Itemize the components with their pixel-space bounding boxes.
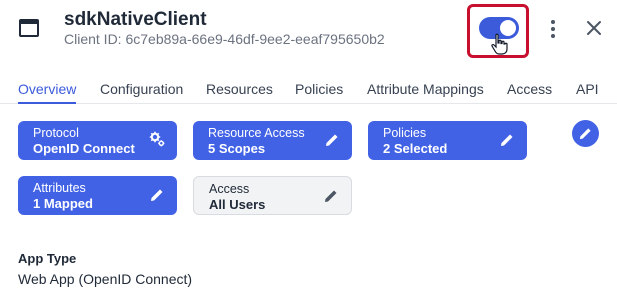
access-chip[interactable]: Access All Users — [193, 176, 352, 215]
resource-access-chip[interactable]: Resource Access 5 Scopes — [193, 121, 352, 160]
tab-access[interactable]: Access — [507, 81, 552, 97]
policies-label: Policies — [383, 126, 427, 140]
access-label: Access — [209, 182, 250, 196]
pencil-icon — [326, 134, 338, 146]
active-tab-indicator — [18, 102, 76, 104]
protocol-value: OpenID Connect — [33, 141, 135, 156]
protocol-label: Protocol — [33, 126, 79, 140]
close-icon[interactable] — [584, 18, 604, 38]
tab-bar: Overview Configuration Resources Policie… — [0, 62, 617, 104]
pencil-icon — [501, 134, 513, 146]
attributes-value: 1 Mapped — [33, 196, 93, 211]
policies-chip[interactable]: Policies 2 Selected — [368, 121, 527, 160]
more-vertical-icon[interactable] — [546, 18, 560, 40]
tab-policies[interactable]: Policies — [295, 81, 343, 97]
tab-configuration[interactable]: Configuration — [100, 81, 183, 97]
attributes-label: Attributes — [33, 181, 86, 195]
tab-overview[interactable]: Overview — [18, 81, 76, 97]
pencil-icon — [579, 128, 591, 140]
protocol-chip[interactable]: Protocol OpenID Connect — [18, 121, 177, 160]
policies-value: 2 Selected — [383, 141, 448, 156]
app-title: sdkNativeClient — [64, 9, 207, 30]
pencil-icon — [151, 189, 163, 201]
pencil-icon — [325, 190, 337, 202]
tab-attribute-mappings[interactable]: Attribute Mappings — [367, 81, 484, 97]
resource-access-label: Resource Access — [208, 126, 305, 140]
app-type-label: App Type — [18, 251, 77, 266]
app-window-icon — [19, 19, 39, 37]
app-type-value: Web App (OpenID Connect) — [18, 271, 193, 287]
enable-toggle-highlight — [467, 4, 529, 58]
resource-access-value: 5 Scopes — [208, 141, 266, 156]
app-header: sdkNativeClient Client ID: 6c7eb89a-66e9… — [0, 0, 617, 62]
hand-cursor-icon — [491, 33, 508, 55]
tab-resources[interactable]: Resources — [206, 81, 273, 97]
client-id: Client ID: 6c7eb89a-66e9-46df-9ee2-eeaf7… — [64, 31, 385, 47]
access-value: All Users — [209, 197, 266, 212]
gear-icon — [149, 131, 165, 147]
tab-api[interactable]: API — [576, 81, 599, 97]
edit-overview-button[interactable] — [572, 120, 599, 147]
attributes-chip[interactable]: Attributes 1 Mapped — [18, 176, 177, 215]
